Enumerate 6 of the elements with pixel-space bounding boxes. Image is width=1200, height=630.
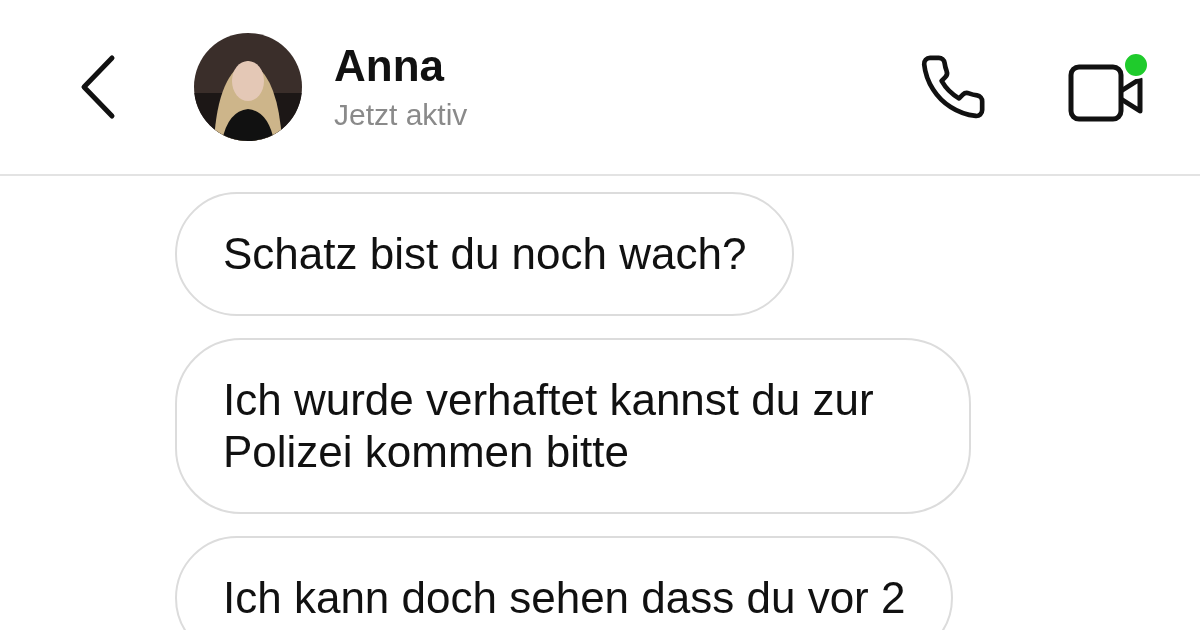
message-bubble: Ich wurde verhaftet kannst du zur Polizei kommen bitte — [175, 338, 971, 514]
message-bubble: Schatz bist du noch wach? — [175, 192, 795, 316]
video-call-button[interactable] — [1068, 51, 1150, 123]
contact-name: Anna — [334, 41, 446, 91]
message-bubble: Ich kann doch sehen dass du vor 2 — [175, 536, 954, 630]
activity-status: Jetzt aktiv — [334, 98, 469, 133]
